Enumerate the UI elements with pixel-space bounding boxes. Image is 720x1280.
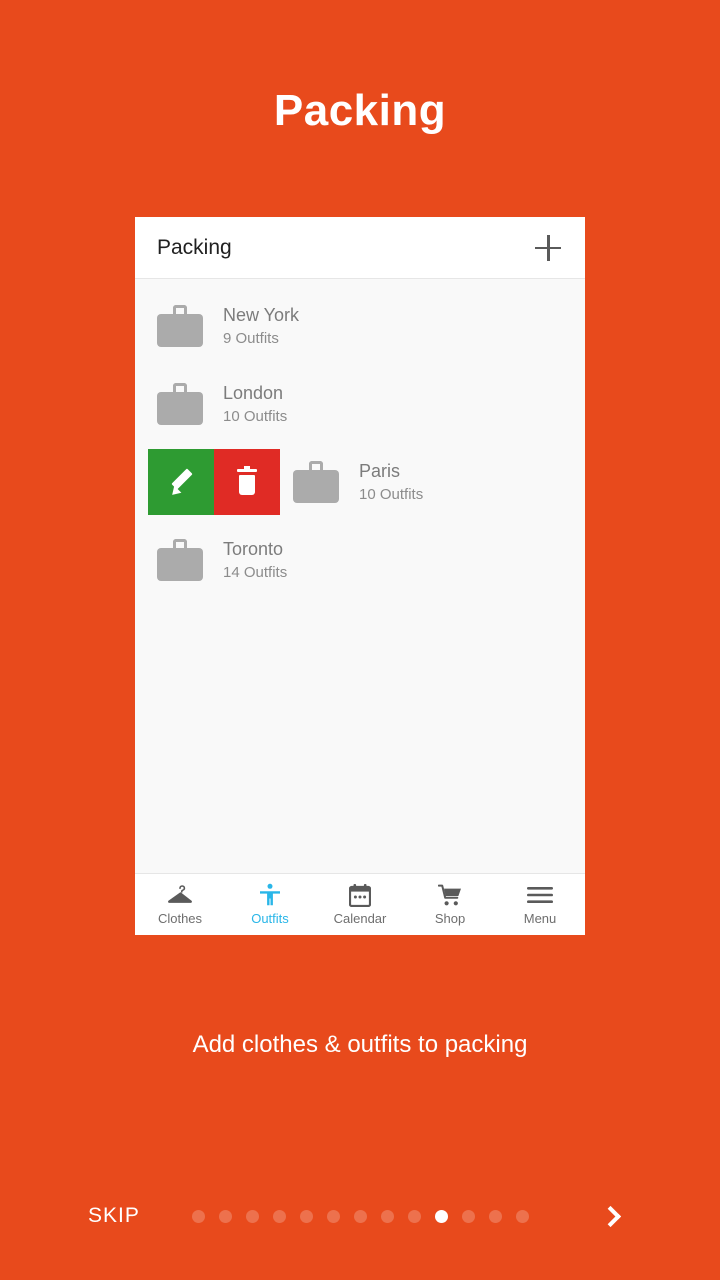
list-item-subtitle: 14 Outfits (223, 564, 288, 581)
page-dot[interactable] (272, 1209, 286, 1223)
chevron-right-icon (599, 1205, 622, 1227)
page-dot[interactable] (461, 1209, 475, 1223)
tab-outfits[interactable]: Outfits (225, 874, 315, 935)
hamburger-icon (527, 883, 553, 907)
tab-shop[interactable]: Shop (405, 874, 495, 935)
page-dot[interactable] (299, 1209, 313, 1223)
tab-label: Clothes (157, 911, 203, 926)
app-header-title: Packing (157, 235, 232, 259)
list-item-subtitle: 9 Outfits (223, 330, 279, 347)
person-icon (258, 883, 282, 907)
page-dot[interactable] (326, 1209, 340, 1223)
delete-button[interactable] (214, 449, 280, 515)
edit-button[interactable] (148, 449, 214, 515)
tab-calendar[interactable]: Calendar (315, 874, 405, 935)
page-dot[interactable] (353, 1209, 367, 1223)
list-item[interactable]: Toronto 14 Outfits (135, 521, 585, 599)
cart-icon (438, 883, 462, 907)
tab-label: Menu (523, 911, 557, 926)
pencil-icon (168, 468, 194, 499)
list-item[interactable]: New York 9 Outfits (135, 287, 585, 365)
calendar-icon (349, 883, 371, 907)
tab-clothes[interactable]: Clothes (135, 874, 225, 935)
packing-list: New York 9 Outfits London 10 Outfits Par… (135, 279, 585, 873)
app-preview-card: Packing New York 9 Outfits London 10 Out… (135, 217, 585, 935)
list-item-title: London (223, 383, 284, 403)
bottom-navigation: Clothes Outfits Calendar Shop Menu (135, 873, 585, 935)
briefcase-icon (157, 383, 203, 425)
app-header: Packing (135, 217, 585, 279)
onboarding-footer: SKIP (0, 1194, 720, 1238)
page-dot[interactable] (407, 1209, 421, 1223)
page-dot-active[interactable] (434, 1209, 448, 1223)
list-item[interactable]: London 10 Outfits (135, 365, 585, 443)
page-dot[interactable] (191, 1209, 205, 1223)
list-item-title: Paris (359, 461, 401, 481)
plus-icon[interactable] (535, 234, 561, 261)
page-dot[interactable] (380, 1209, 394, 1223)
briefcase-icon (157, 539, 203, 581)
tab-label: Shop (434, 911, 466, 926)
onboarding-tagline: Add clothes & outfits to packing (192, 1031, 528, 1058)
tab-label: Outfits (251, 911, 289, 926)
list-item-swiped[interactable]: Paris 10 Outfits (135, 443, 585, 521)
page-title: Packing (273, 86, 447, 135)
page-dot[interactable] (488, 1209, 502, 1223)
list-item-subtitle: 10 Outfits (223, 408, 288, 425)
page-dot[interactable] (515, 1209, 529, 1223)
briefcase-icon (157, 305, 203, 347)
swipe-action-group (148, 449, 280, 515)
next-button[interactable] (596, 1194, 630, 1238)
page-dot[interactable] (245, 1209, 259, 1223)
list-item-title: Toronto (223, 539, 284, 559)
list-item-subtitle: 10 Outfits (359, 486, 424, 503)
briefcase-icon (293, 461, 339, 503)
hanger-icon (167, 883, 193, 907)
trash-icon (235, 465, 259, 496)
page-dot[interactable] (218, 1209, 232, 1223)
list-item-title: New York (223, 305, 300, 325)
tab-menu[interactable]: Menu (495, 874, 585, 935)
tab-label: Calendar (333, 911, 387, 926)
